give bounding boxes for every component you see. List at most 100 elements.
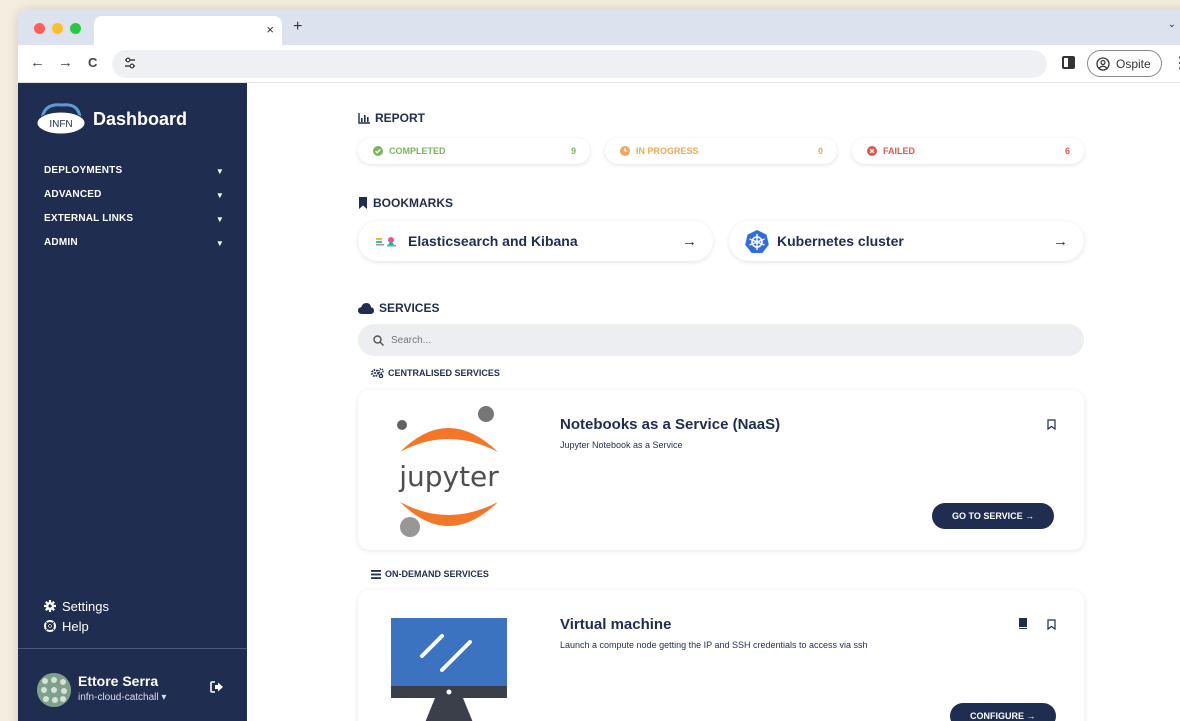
configure-button[interactable]: CONFIGURE → (950, 703, 1056, 721)
sidebar-item-external-links[interactable]: EXTERNAL LINKS ▼ (44, 213, 224, 237)
window-controls (34, 23, 81, 34)
report-in-progress-label: IN PROGRESS (636, 146, 699, 156)
gear-icon (44, 600, 56, 612)
bookmark-label: Elasticsearch and Kibana (408, 233, 578, 249)
address-bar-row: ← → C Ospite ⋮ (18, 45, 1180, 83)
help-link[interactable]: Help (44, 616, 109, 636)
service-card-virtual-machine[interactable]: Virtual machine Launch a compute node ge… (358, 590, 1084, 721)
services-search-input[interactable] (391, 334, 1041, 346)
logo-text: INFN (49, 119, 72, 130)
user-group-select[interactable]: infn-cloud-catchall ▾ (78, 692, 166, 703)
report-title: REPORT (375, 111, 426, 125)
error-circle-icon (867, 146, 877, 156)
report-in-progress[interactable]: IN PROGRESS 0 (605, 138, 837, 164)
report-completed-label: COMPLETED (389, 146, 446, 156)
report-in-progress-count: 0 (817, 146, 823, 156)
caret-down-icon: ▼ (215, 167, 224, 176)
sidebar-item-label: ADMIN (44, 237, 78, 248)
kubernetes-icon (745, 230, 769, 253)
on-demand-services-title: ON-DEMAND SERVICES (371, 569, 489, 579)
caret-down-icon: ▼ (215, 215, 224, 224)
bookmark-elasticsearch-kibana[interactable]: Elasticsearch and Kibana → (358, 221, 713, 261)
back-button[interactable]: ← (30, 54, 45, 71)
main-content: REPORT COMPLETED 9 IN PROGRESS 0 FAILED … (247, 83, 1180, 721)
brand-title[interactable]: Dashboard (93, 109, 187, 130)
bookmark-label: Kubernetes cluster (777, 233, 904, 249)
profile-button[interactable]: Ospite (1087, 50, 1162, 77)
close-tab-icon[interactable]: × (266, 22, 274, 37)
logout-icon[interactable] (210, 681, 224, 696)
sidebar-item-advanced[interactable]: ADVANCED ▼ (44, 189, 224, 213)
bookmark-outline-icon[interactable] (1047, 619, 1056, 630)
services-title: SERVICES (379, 301, 440, 315)
elastic-kibana-icon (376, 237, 396, 247)
bookmark-icon (359, 197, 367, 209)
report-failed[interactable]: FAILED 6 (852, 138, 1084, 164)
report-section-title: REPORT (358, 111, 425, 125)
browser-tab[interactable]: × (94, 16, 282, 45)
list-icon (371, 569, 381, 579)
report-completed-count: 9 (570, 146, 576, 156)
clock-icon (620, 146, 630, 156)
arrow-right-icon: → (682, 232, 697, 250)
go-to-service-button[interactable]: GO TO SERVICE → (932, 503, 1055, 529)
bookmarks-title: BOOKMARKS (373, 196, 453, 210)
report-completed[interactable]: COMPLETED 9 (358, 138, 590, 164)
tab-list-icon[interactable]: ⌄ (1168, 19, 1176, 30)
cloud-icon (358, 302, 374, 314)
gears-icon (371, 368, 384, 378)
check-circle-icon (373, 146, 383, 156)
side-panel-icon[interactable] (1062, 56, 1075, 69)
reload-button[interactable]: C (88, 55, 97, 70)
jupyter-logo: jupyter (397, 406, 499, 537)
new-tab-button[interactable]: + (293, 18, 302, 36)
url-field[interactable] (112, 50, 1047, 78)
service-title: Notebooks as a Service (NaaS) (560, 416, 781, 433)
report-failed-count: 6 (1064, 146, 1070, 156)
caret-down-icon: ▼ (215, 239, 224, 248)
bookmarks-section-title: BOOKMARKS (358, 196, 453, 210)
sidebar-item-deployments[interactable]: DEPLOYMENTS ▼ (44, 165, 224, 189)
service-card-naas[interactable]: jupyter Notebooks as a Service (NaaS) Ju… (358, 390, 1084, 550)
service-description: Jupyter Notebook as a Service (560, 440, 683, 450)
report-in-progress-label-wrap: IN PROGRESS (620, 146, 699, 156)
settings-link[interactable]: Settings (44, 596, 109, 616)
report-failed-label-wrap: FAILED (867, 146, 915, 156)
browser-window: × + ⌄ ← → C Ospite ⋮ INFN Dashboard DEPL… (18, 10, 1180, 721)
sidebar: INFN Dashboard DEPLOYMENTS ▼ ADVANCED ▼ EX… (18, 83, 247, 721)
book-icon[interactable] (1018, 618, 1028, 629)
report-failed-label: FAILED (883, 146, 916, 156)
service-description: Launch a compute node getting the IP and… (560, 640, 868, 650)
help-label: Help (62, 618, 89, 634)
services-section-title: SERVICES (358, 301, 439, 315)
infn-logo[interactable]: INFN (34, 97, 88, 137)
profile-label: Ospite (1116, 56, 1151, 71)
bookmark-kubernetes-cluster[interactable]: Kubernetes cluster → (729, 221, 1084, 261)
sidebar-item-label: EXTERNAL LINKS (44, 213, 134, 224)
close-window-button[interactable] (34, 23, 45, 34)
help-icon (44, 620, 56, 632)
chart-icon (358, 112, 370, 124)
bookmark-outline-icon[interactable] (1047, 419, 1056, 430)
browser-menu-icon[interactable]: ⋮ (1172, 53, 1180, 73)
sidebar-menu: DEPLOYMENTS ▼ ADVANCED ▼ EXTERNAL LINKS ▼ A… (44, 165, 224, 261)
sidebar-bottom-links: Settings Help (44, 596, 109, 636)
maximize-window-button[interactable] (70, 23, 81, 34)
profile-icon (1096, 56, 1110, 71)
sidebar-item-admin[interactable]: ADMIN ▼ (44, 237, 224, 261)
caret-down-icon: ▼ (215, 191, 224, 200)
on-demand-services-label: ON-DEMAND SERVICES (385, 569, 489, 579)
settings-label: Settings (62, 598, 109, 614)
minimize-window-button[interactable] (52, 23, 63, 34)
user-name: Ettore Serra (78, 673, 159, 689)
monitor-icon (391, 618, 507, 721)
avatar[interactable] (37, 673, 71, 707)
forward-button[interactable]: → (58, 54, 73, 71)
sidebar-divider (18, 648, 247, 649)
jupyter-logo-text: jupyter (398, 460, 499, 493)
services-search-bar (358, 324, 1084, 356)
site-settings-icon[interactable] (122, 56, 138, 72)
sidebar-item-label: DEPLOYMENTS (44, 165, 123, 176)
service-title: Virtual machine (560, 616, 672, 633)
report-completed-label-wrap: COMPLETED (373, 146, 446, 156)
